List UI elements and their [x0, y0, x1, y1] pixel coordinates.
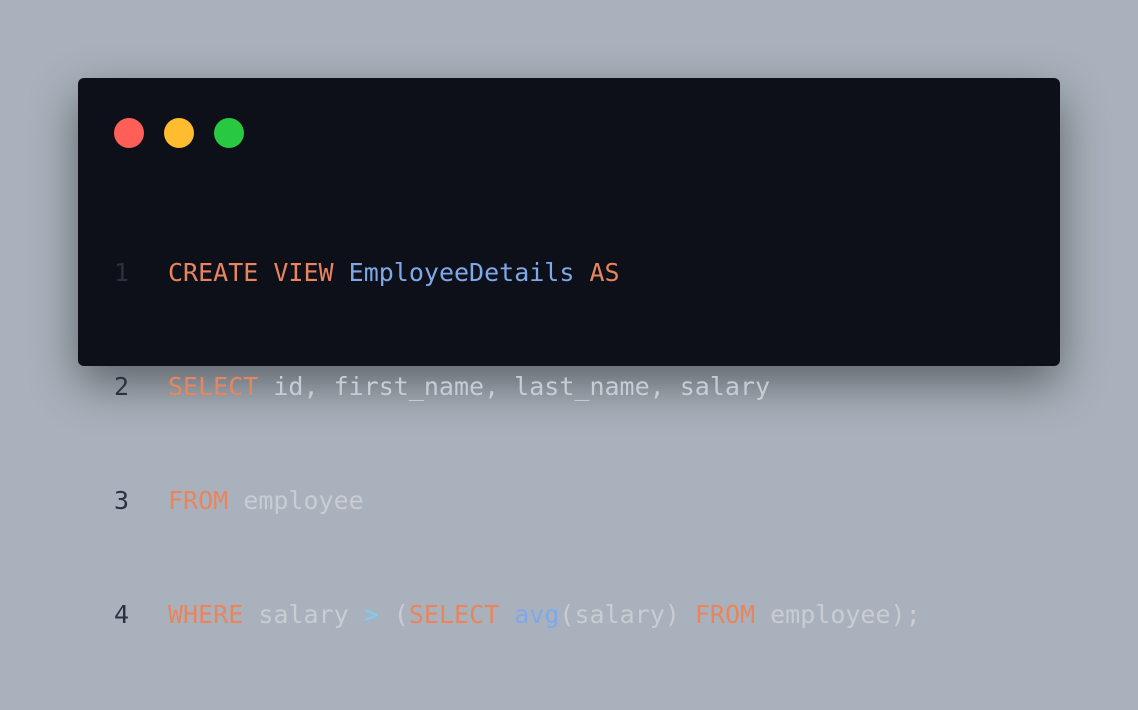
line-content: WHERE salary > (SELECT avg(salary) FROM …	[168, 596, 921, 634]
code-token: AS	[589, 258, 620, 287]
code-token: id, first_name, last_name, salary	[258, 372, 771, 401]
code-token: SELECT	[168, 372, 259, 401]
code-token: FROM	[694, 600, 756, 629]
line-number: 3	[114, 486, 130, 515]
code-token: (	[378, 600, 409, 629]
line-number: 2	[114, 372, 130, 401]
line-content: CREATE VIEW EmployeeDetails AS	[168, 254, 620, 292]
line-content: FROM employee	[168, 482, 364, 520]
code-token: employee	[228, 486, 364, 515]
code-token: salary	[243, 600, 364, 629]
code-token: (salary)	[559, 600, 695, 629]
maximize-dot-icon[interactable]	[214, 118, 244, 148]
close-dot-icon[interactable]	[114, 118, 144, 148]
code-line-2: 2 SELECT id, first_name, last_name, sala…	[114, 368, 921, 406]
minimize-dot-icon[interactable]	[164, 118, 194, 148]
code-block[interactable]: 1 CREATE VIEW EmployeeDetails AS 2 SELEC…	[114, 178, 921, 710]
code-token: avg	[514, 600, 560, 629]
line-number: 1	[114, 258, 130, 287]
code-token: CREATE VIEW	[168, 258, 334, 287]
code-token: employee);	[755, 600, 921, 629]
code-window: 1 CREATE VIEW EmployeeDetails AS 2 SELEC…	[78, 78, 1060, 629]
code-token: FROM	[168, 486, 229, 515]
code-line-1: 1 CREATE VIEW EmployeeDetails AS	[114, 254, 921, 292]
code-token: WHERE	[168, 600, 244, 629]
code-line-3: 3 FROM employee	[114, 482, 921, 520]
code-token: SELECT	[408, 600, 500, 629]
code-token: >	[363, 600, 379, 629]
code-line-4: 4 WHERE salary > (SELECT avg(salary) FRO…	[114, 596, 921, 634]
window-controls	[114, 118, 244, 148]
line-number: 4	[114, 600, 130, 629]
line-content: SELECT id, first_name, last_name, salary	[168, 368, 770, 406]
code-token: EmployeeDetails	[348, 258, 575, 287]
